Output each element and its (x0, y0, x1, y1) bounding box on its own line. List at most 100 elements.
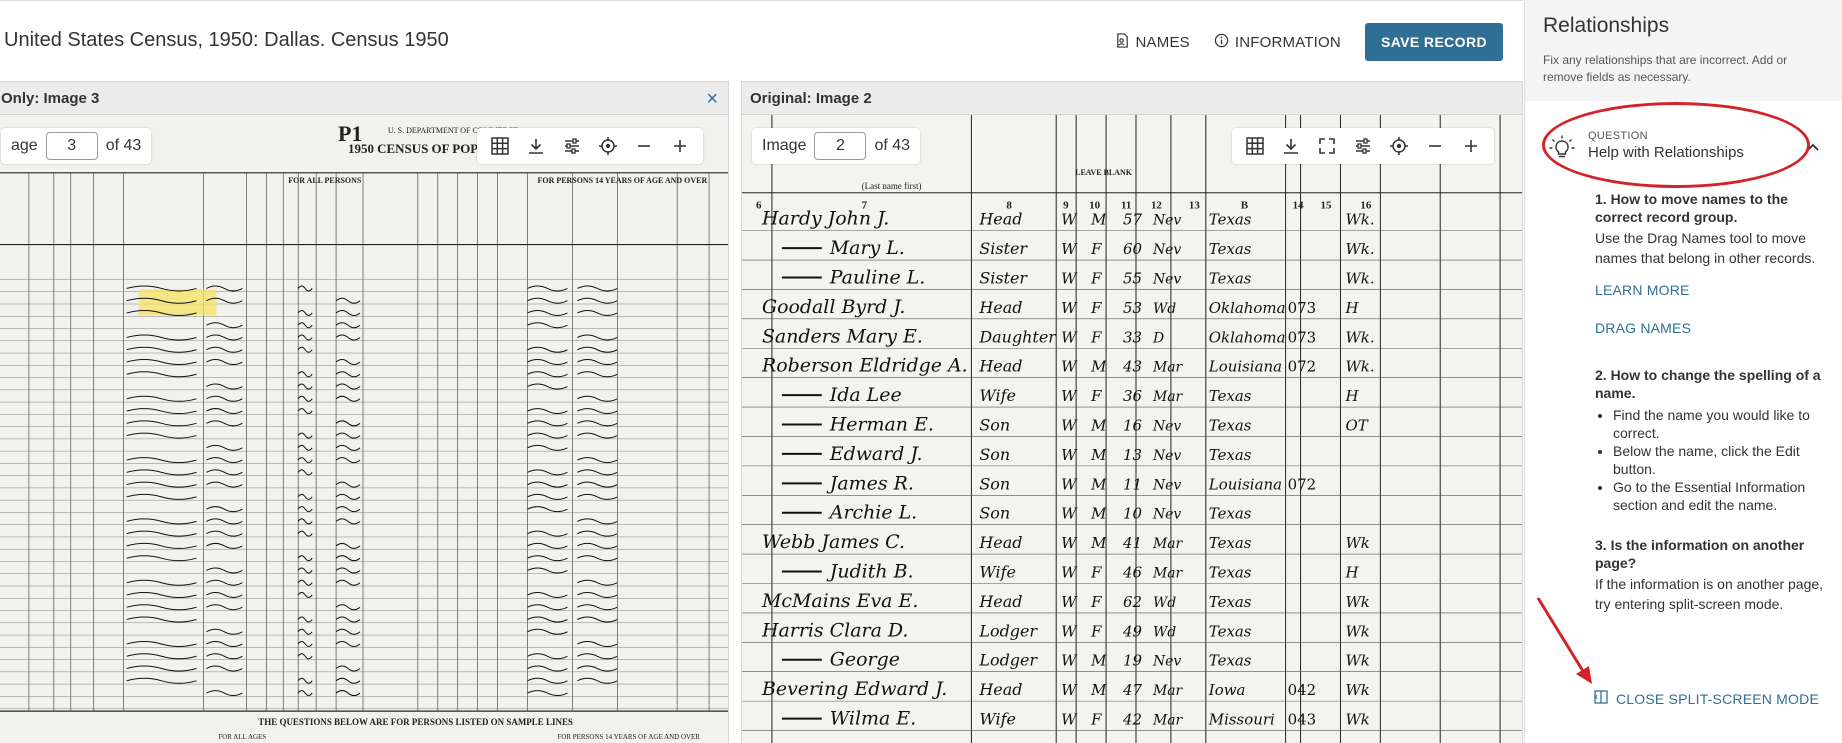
census-cell: 49 (1122, 622, 1143, 640)
census-cell: Lodger (978, 651, 1038, 670)
census-cell: 043 (1288, 711, 1317, 729)
census-cell: Head (978, 533, 1022, 552)
zoom-in-icon[interactable] (1454, 131, 1488, 161)
census-cell: Mar (1152, 360, 1184, 376)
census-cell: George (830, 649, 900, 671)
census-cell: 55 (1123, 269, 1142, 287)
save-record-button[interactable]: SAVE RECORD (1364, 23, 1503, 61)
census-cell: Mar (1152, 713, 1184, 729)
census-cell: Mar (1152, 566, 1184, 582)
download-icon[interactable] (1274, 131, 1308, 161)
locate-icon[interactable] (1382, 131, 1416, 161)
census-cell: Nev (1152, 418, 1181, 434)
section-14: FOR PERSONS 14 YEARS OF AGE AND OVER (538, 176, 708, 185)
close-split-screen-button[interactable]: CLOSE SPLIT-SCREEN MODE (1594, 690, 1819, 707)
learn-more-link[interactable]: LEARN MORE (1595, 280, 1833, 300)
census-cell: Head (978, 592, 1022, 611)
census-cell: Wk (1345, 593, 1369, 611)
census-cell: Louisiana (1208, 358, 1282, 376)
zoom-in-icon[interactable] (663, 131, 697, 161)
census-cell: Wd (1153, 624, 1176, 640)
census-cell: Nev (1152, 213, 1181, 229)
census-cell: Sanders Mary E. (762, 325, 923, 347)
step1-title: 1. How to move names to the correct reco… (1595, 191, 1788, 225)
census-cell: F (1090, 269, 1102, 287)
adjust-icon[interactable] (1346, 131, 1380, 161)
info-icon (1214, 33, 1229, 52)
zoom-out-icon[interactable] (627, 131, 661, 161)
census-cell: Roberson Eldridge A. (761, 355, 968, 377)
census-cell: Texas (1209, 505, 1252, 523)
names-button[interactable]: NAMES (1115, 32, 1190, 52)
footer-left: FOR ALL AGES (218, 733, 266, 741)
right-census-image[interactable]: 6 7 8 9 10 11 12 13 B 14 15 16 LEAVE BLANK (Last nam… (742, 115, 1522, 743)
census-cell: Oklahoma (1209, 328, 1286, 346)
census-cell: Son (979, 504, 1010, 523)
census-cell: 16 (1123, 416, 1142, 434)
census-cell: W (1061, 564, 1078, 582)
census-cell: M (1090, 358, 1107, 376)
grid-icon[interactable] (1238, 131, 1272, 161)
left-census-image[interactable]: 1950 CENSUS OF POPU P1 U. S. DEPARTMENT … (0, 115, 728, 743)
step1-body: Use the Drag Names tool to move names th… (1595, 230, 1816, 266)
census-cell: Wk (1345, 534, 1369, 552)
column-number: 13 (1189, 200, 1200, 212)
census-cell: Wk (1345, 652, 1369, 670)
census-cell: Wilma E. (830, 708, 916, 730)
section-all: FOR ALL PERSONS (288, 176, 362, 185)
census-cell: Wk. (1345, 328, 1374, 346)
lightbulb-icon (1548, 134, 1576, 162)
names-label: NAMES (1135, 33, 1190, 51)
right-image-viewer: Original: Image 2 6 7 8 9 10 11 12 13 B 14 15 16 LEA… (741, 81, 1523, 743)
leave-blank-label: LEAVE BLANK (1075, 168, 1133, 177)
list-item: Below the name, click the Edit button. (1613, 442, 1833, 478)
name-column-note: (Last name first) (862, 181, 922, 191)
census-cell: 33 (1123, 328, 1142, 346)
census-cell: 072 (1288, 358, 1317, 376)
census-cell: Ida Lee (829, 384, 902, 406)
census-cell: W (1061, 240, 1078, 258)
right-tool-group (1232, 128, 1494, 164)
fullscreen-icon[interactable] (1310, 131, 1344, 161)
census-cell: Texas (1209, 622, 1252, 640)
question-toggle[interactable]: QUESTION Help with Relationships (1548, 130, 1828, 162)
information-button[interactable]: INFORMATION (1214, 33, 1341, 52)
left-page-input[interactable] (45, 132, 98, 160)
census-cell: W (1061, 475, 1078, 493)
census-cell: 53 (1123, 299, 1142, 317)
drag-names-link[interactable]: DRAG NAMES (1595, 318, 1833, 338)
census-cell: Lodger (978, 621, 1038, 640)
step2-title: 2. How to change the spelling of a name. (1595, 367, 1821, 401)
right-pager-label: Image (762, 137, 807, 154)
close-icon[interactable]: × (706, 88, 718, 111)
census-cell: Wk (1345, 711, 1369, 729)
census-cell: Archie L. (828, 502, 917, 524)
zoom-out-icon[interactable] (1418, 131, 1452, 161)
census-cell: F (1090, 593, 1102, 611)
right-viewer-header: Original: Image 2 (742, 82, 1522, 115)
census-cell: Texas (1209, 652, 1252, 670)
column-number: 15 (1321, 200, 1332, 212)
census-cell: Wk. (1345, 358, 1374, 376)
step2-list: Find the name you would like to correct.… (1613, 406, 1833, 514)
panel-title: Relationships (1543, 14, 1670, 37)
locate-icon[interactable] (591, 131, 625, 161)
right-page-input[interactable] (814, 132, 867, 160)
list-item: Go to the Essential Information section … (1613, 478, 1833, 514)
header-actions: NAMES INFORMATION SAVE RECORD (1115, 23, 1503, 61)
census-cell: Wk. (1345, 211, 1374, 229)
chevron-up-icon[interactable] (1806, 140, 1820, 154)
panel-description: Fix any relationships that are incorrect… (1543, 53, 1788, 84)
census-cell: Bevering Edward J. (761, 678, 947, 700)
adjust-icon[interactable] (555, 131, 589, 161)
census-cell: F (1090, 622, 1102, 640)
grid-icon[interactable] (483, 131, 517, 161)
census-cell: Mar (1152, 536, 1184, 552)
census-cell: Edward J. (829, 443, 923, 465)
census-cell: 073 (1288, 299, 1317, 317)
census-cell: Pauline L. (829, 266, 926, 288)
right-image-toolbar: Image of 43 (752, 128, 921, 164)
census-cell: W (1061, 593, 1078, 611)
download-icon[interactable] (519, 131, 553, 161)
census-cell: F (1090, 299, 1102, 317)
